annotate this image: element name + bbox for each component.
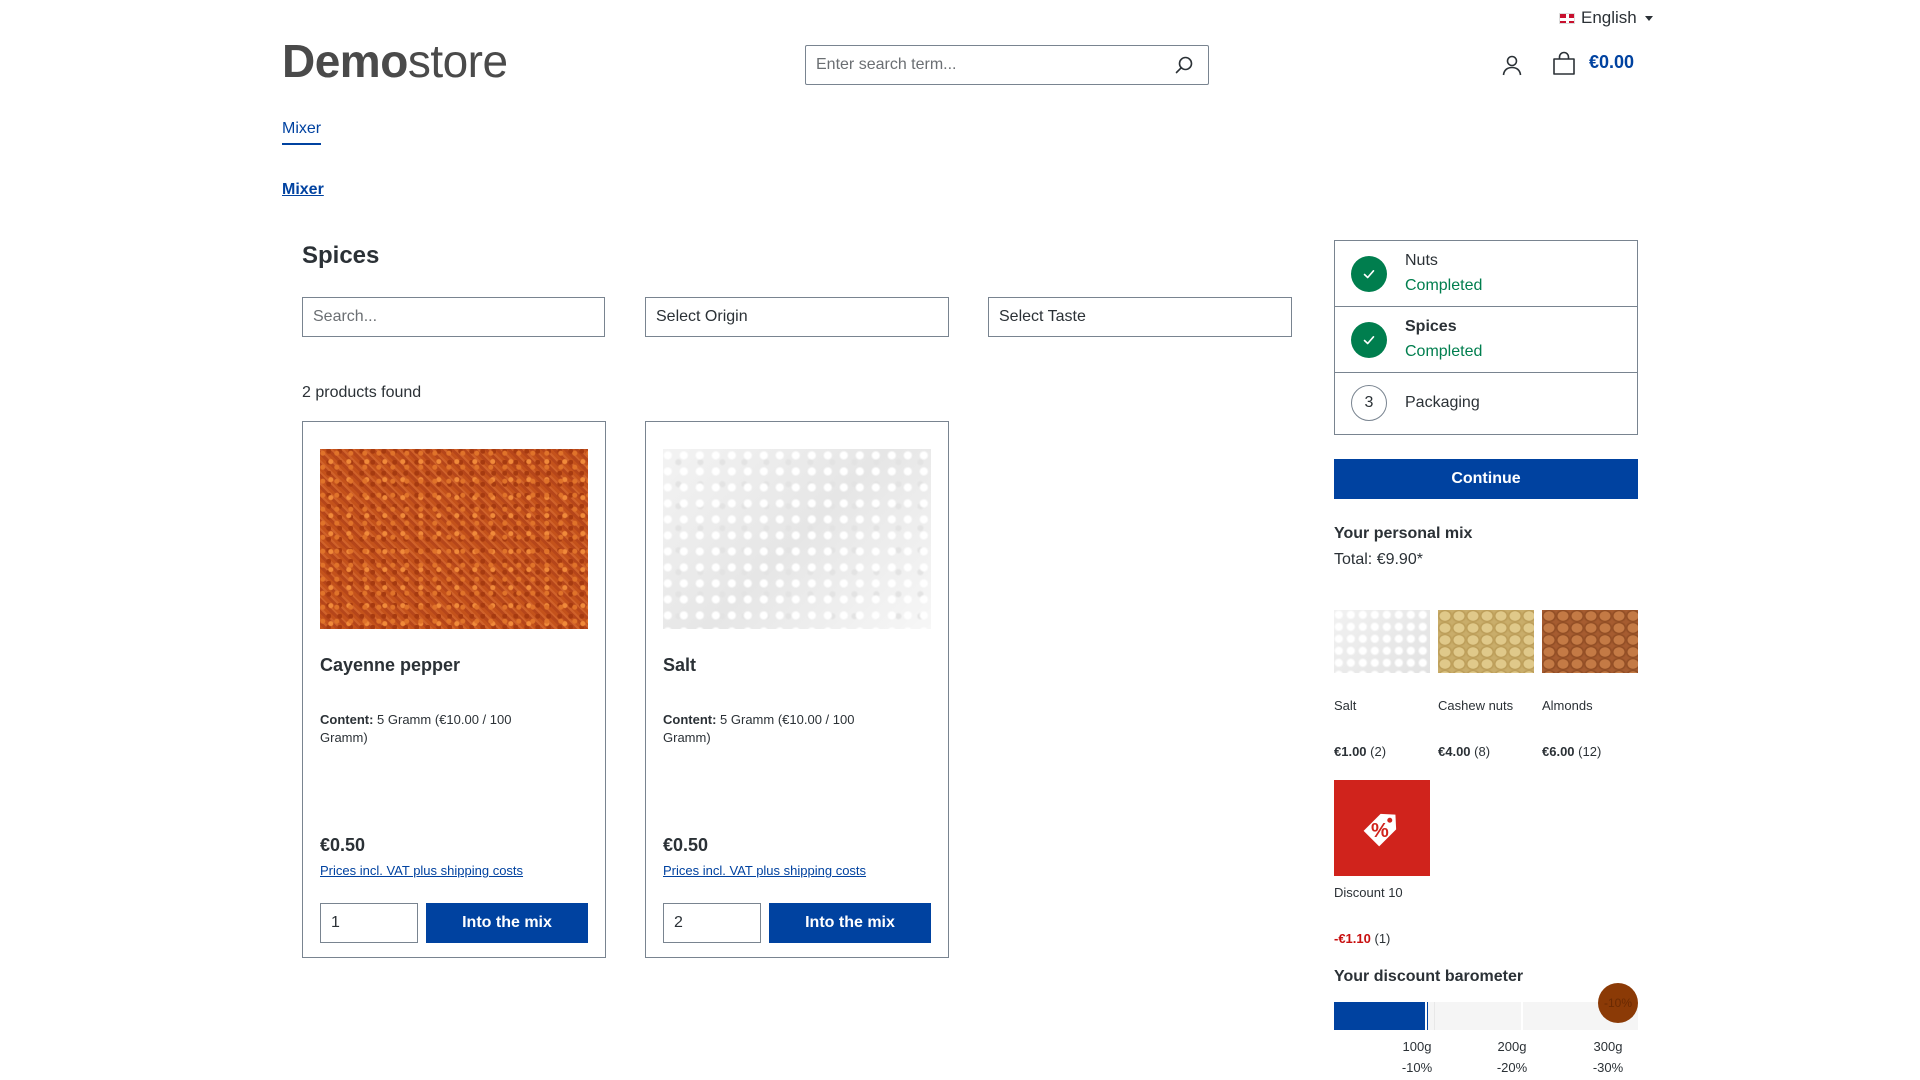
quantity-input[interactable] <box>663 903 761 943</box>
level-discount: -30% <box>1592 1060 1624 1075</box>
discount-qty: (1) <box>1370 931 1391 946</box>
product-name[interactable]: Salt <box>663 655 696 676</box>
checkmark-icon <box>1351 256 1387 292</box>
step-packaging[interactable]: 3 Packaging <box>1335 373 1637 434</box>
filter-origin-label: Select Origin <box>656 308 748 325</box>
header-search <box>805 45 1209 85</box>
mix-item: Salt €1.00 (2) <box>1334 610 1430 759</box>
mix-item-name: Almonds <box>1542 698 1593 713</box>
content-label: Content: <box>320 712 374 727</box>
step-number: 3 <box>1351 385 1387 421</box>
add-to-mix-button[interactable]: Into the mix <box>426 903 588 943</box>
add-to-mix-button[interactable]: Into the mix <box>769 903 931 943</box>
continue-button[interactable]: Continue <box>1334 459 1638 499</box>
mix-item-price: €1.00 (2) <box>1334 744 1386 759</box>
mix-total: Total: €9.90* <box>1334 551 1423 568</box>
product-name[interactable]: Cayenne pepper <box>320 655 460 676</box>
breadcrumb[interactable]: Mixer <box>282 181 324 199</box>
page-title: Spices <box>302 242 380 269</box>
product-card: Salt Content: 5 Gramm (€10.00 / 100 Gram… <box>645 421 949 958</box>
level-discount: -20% <box>1496 1060 1528 1075</box>
barometer-level: 300g -30% <box>1578 1036 1638 1078</box>
filter-taste-select[interactable]: Select Taste <box>988 297 1292 337</box>
product-content: Content: 5 Gramm (€10.00 / 100 Gramm) <box>663 711 903 747</box>
nav-item-mixer[interactable]: Mixer <box>282 120 322 145</box>
mix-item-name: Salt <box>1334 698 1357 713</box>
mix-item-price: €4.00 (8) <box>1438 744 1490 759</box>
step-nuts[interactable]: Nuts Completed <box>1335 241 1637 307</box>
step-status: Completed <box>1405 343 1483 360</box>
discount-name: Discount 10 <box>1334 885 1403 900</box>
cart-total[interactable]: €0.00 <box>1589 52 1634 73</box>
discount-barometer <box>1334 1002 1638 1030</box>
uk-flag-icon <box>1559 12 1575 24</box>
mix-item-price-value: €6.00 <box>1542 744 1575 759</box>
vat-shipping-link[interactable]: Prices incl. VAT plus shipping costs <box>663 863 866 878</box>
vat-shipping-link[interactable]: Prices incl. VAT plus shipping costs <box>320 863 523 878</box>
mix-title: Your personal mix <box>1334 525 1473 542</box>
mix-item-price-value: €4.00 <box>1438 744 1471 759</box>
step-title: Spices <box>1405 318 1457 335</box>
results-count: 2 products found <box>302 384 422 401</box>
level-weight: 200g <box>1497 1039 1527 1054</box>
cart-icon[interactable] <box>1551 51 1577 77</box>
mix-item-qty: (2) <box>1366 744 1387 759</box>
step-title: Packaging <box>1405 394 1480 411</box>
product-price: €0.50 <box>320 835 366 855</box>
svg-text:%: % <box>1371 820 1389 842</box>
barometer-level: 200g -20% <box>1482 1036 1542 1078</box>
language-selector[interactable]: English <box>1559 8 1653 28</box>
discount-price-value: -€1.10 <box>1334 931 1371 946</box>
barometer-badge: -10% <box>1598 983 1638 1023</box>
logo-light-text: store <box>407 35 508 87</box>
content-label: Content: <box>663 712 717 727</box>
mix-item-qty: (8) <box>1470 744 1491 759</box>
barometer-divider <box>1425 1002 1427 1030</box>
search-input[interactable] <box>816 56 1170 74</box>
discount-tag-icon: % <box>1334 780 1430 876</box>
product-price: €0.50 <box>663 835 709 855</box>
step-spices[interactable]: Spices Completed <box>1335 307 1637 373</box>
mixer-steps: Nuts Completed Spices Completed 3 Packag… <box>1334 240 1638 435</box>
discount-price: -€1.10 (1) <box>1334 931 1390 946</box>
quantity-input[interactable] <box>320 903 418 943</box>
product-content: Content: 5 Gramm (€10.00 / 100 Gramm) <box>320 711 560 747</box>
language-label: English <box>1581 8 1637 27</box>
filter-origin-select[interactable]: Select Origin <box>645 297 949 337</box>
filter-search-field[interactable] <box>302 297 605 337</box>
mix-item-image <box>1542 610 1638 673</box>
mix-item-price: €6.00 (12) <box>1542 744 1601 759</box>
search-icon[interactable] <box>1170 51 1198 79</box>
mix-item-qty: (12) <box>1574 744 1602 759</box>
mix-item: Almonds €6.00 (12) <box>1542 610 1638 759</box>
level-weight: 300g <box>1593 1039 1623 1054</box>
checkmark-icon <box>1351 322 1387 358</box>
account-icon[interactable] <box>1500 53 1524 77</box>
mix-item-image <box>1438 610 1534 673</box>
level-weight: 100g <box>1402 1039 1432 1054</box>
step-title: Nuts <box>1405 252 1438 269</box>
mix-item: Cashew nuts €4.00 (8) <box>1438 610 1534 759</box>
barometer-title: Your discount barometer <box>1334 968 1524 985</box>
product-image[interactable] <box>320 449 588 629</box>
filter-search-input[interactable] <box>313 308 594 326</box>
product-card: Cayenne pepper Content: 5 Gramm (€10.00 … <box>302 421 606 958</box>
mix-item-image <box>1334 610 1430 673</box>
barometer-divider <box>1434 1002 1435 1030</box>
barometer-divider <box>1521 1002 1523 1030</box>
barometer-fill <box>1334 1002 1428 1030</box>
filter-taste-label: Select Taste <box>999 308 1086 325</box>
logo-bold-text: Demo <box>282 35 408 87</box>
level-discount: -10% <box>1401 1060 1433 1075</box>
step-status: Completed <box>1405 277 1483 294</box>
mix-item-price-value: €1.00 <box>1334 744 1367 759</box>
barometer-level: 100g -10% <box>1387 1036 1447 1078</box>
mix-item-name: Cashew nuts <box>1438 698 1514 713</box>
chevron-down-icon <box>1644 15 1653 21</box>
product-image[interactable] <box>663 449 931 629</box>
store-logo[interactable]: Demostore <box>282 34 508 88</box>
